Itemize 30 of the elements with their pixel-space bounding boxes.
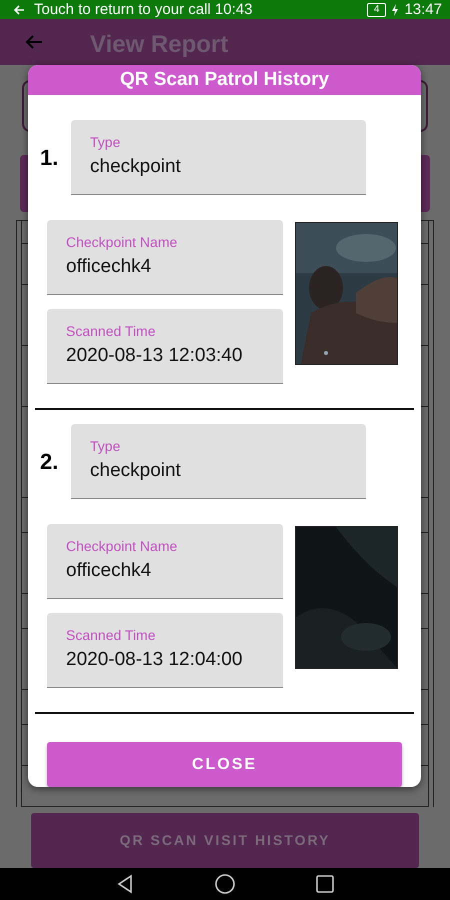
field-value: officechk4: [66, 256, 152, 278]
field-label: Checkpoint Name: [66, 234, 178, 250]
field-value: officechk4: [66, 560, 152, 582]
close-button[interactable]: CLOSE: [47, 742, 402, 787]
charging-icon: [392, 4, 398, 16]
home-icon[interactable]: [214, 872, 236, 895]
field-value: 2020-08-13 12:04:00: [66, 649, 244, 671]
scanned-time-field[interactable]: Scanned Time 2020-08-13 12:03:40: [47, 309, 283, 384]
checkpoint-name-field[interactable]: Checkpoint Name officechk4: [47, 220, 283, 295]
field-label: Type: [90, 134, 122, 150]
field-label: Checkpoint Name: [66, 538, 178, 554]
type-field[interactable]: Type checkpoint: [71, 424, 366, 499]
checkpoint-name-field[interactable]: Checkpoint Name officechk4: [47, 524, 283, 599]
type-field[interactable]: Type checkpoint: [71, 120, 366, 195]
status-bar[interactable]: Touch to return to your call 10:43 4 13:47: [0, 0, 450, 20]
clock-time: 13:47: [404, 1, 442, 18]
field-value: checkpoint: [90, 460, 182, 482]
back-arrow-icon: [13, 4, 25, 16]
return-to-call-text: Touch to return to your call 10:43: [34, 1, 252, 18]
entry-number: 1.: [39, 144, 60, 170]
dialog-title: QR Scan Patrol History: [120, 69, 330, 91]
field-label: Scanned Time: [66, 323, 156, 339]
field-label: Type: [90, 438, 122, 454]
recents-icon[interactable]: [314, 872, 336, 895]
field-value: checkpoint: [90, 156, 182, 178]
field-value: 2020-08-13 12:03:40: [66, 345, 244, 367]
field-label: Scanned Time: [66, 627, 156, 643]
battery-level: 4: [366, 2, 386, 17]
scanned-time-field[interactable]: Scanned Time 2020-08-13 12:04:00: [47, 613, 283, 688]
entry-number: 2.: [39, 448, 60, 474]
